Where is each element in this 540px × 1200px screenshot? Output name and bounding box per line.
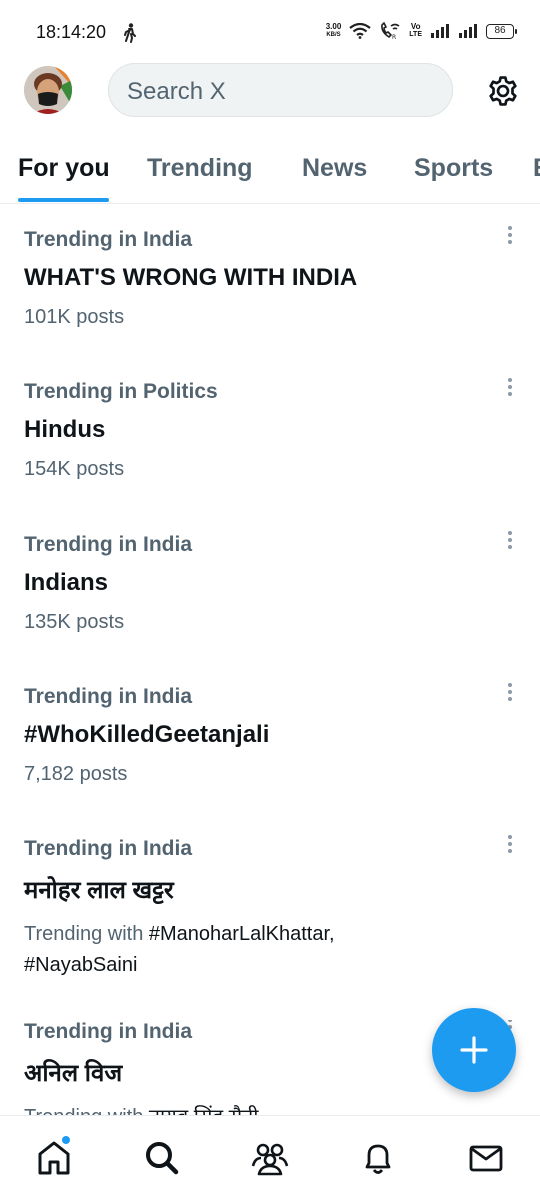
tab-trending[interactable]: Trending	[147, 154, 253, 183]
volte-bottom: LTE	[409, 31, 422, 38]
tab-for-you[interactable]: For you	[18, 154, 110, 183]
svg-text:R: R	[392, 34, 396, 40]
home-icon[interactable]	[34, 1138, 74, 1178]
battery-indicator: 86	[486, 23, 517, 39]
mail-icon[interactable]	[466, 1138, 506, 1178]
trend-title: Hindus	[24, 416, 106, 443]
trend-category: Trending in India	[24, 685, 192, 708]
status-indicators: 3.00 KB/S R Vo LTE 86	[326, 22, 517, 40]
gear-icon[interactable]	[486, 74, 520, 108]
search-input[interactable]: Search X	[108, 63, 453, 117]
network-speed-value: 3.00	[325, 22, 342, 31]
trend-related: Trending with #ManoharLalKhattar, #Nayab…	[24, 919, 424, 981]
tab-news[interactable]: News	[302, 154, 367, 183]
wifi-icon	[349, 23, 371, 39]
active-tab-indicator	[18, 198, 109, 202]
search-placeholder: Search X	[127, 78, 226, 105]
trend-post-count: 7,182 posts	[24, 763, 128, 785]
tab-sports[interactable]: Sports	[414, 154, 493, 183]
trend-post-count: 154K posts	[24, 458, 125, 480]
avatar[interactable]	[24, 66, 72, 114]
trend-post-count: 101K posts	[24, 306, 125, 328]
status-bar: 18:14:20 3.00 KB/S R Vo LTE 86	[0, 0, 540, 60]
wifi-calling-icon: R	[381, 22, 400, 40]
home-notification-dot	[62, 1136, 70, 1144]
volte-indicator: Vo LTE	[409, 23, 422, 39]
avatar-image	[24, 66, 72, 114]
search-icon[interactable]	[142, 1138, 182, 1178]
plus-icon	[460, 1036, 488, 1064]
trend-related: Trending with नायब सिंह सैनी	[24, 1102, 424, 1115]
trend-category: Trending in India	[24, 228, 192, 251]
trend-title: Indians	[24, 569, 109, 596]
more-vertical-icon[interactable]	[502, 224, 518, 246]
trend-related-prefix: Trending with	[24, 923, 144, 945]
trend-category: Trending in India	[24, 533, 192, 556]
signal-icon-sim1	[431, 24, 449, 38]
network-speed-unit: KB/S	[326, 32, 341, 38]
trend-related-prefix: Trending with	[24, 1106, 143, 1115]
compose-button[interactable]	[432, 1008, 516, 1092]
walking-icon	[124, 23, 136, 43]
bottom-nav	[0, 1115, 540, 1200]
trend-post-count: 135K posts	[24, 611, 125, 633]
trend-title: अनिल विज	[24, 1060, 123, 1087]
status-time: 18:14:20	[36, 22, 107, 42]
tab-bar: For you Trending News Sports E	[0, 140, 540, 204]
communities-icon[interactable]	[250, 1138, 290, 1178]
volte-top: Vo	[410, 22, 421, 31]
trend-category: Trending in Politics	[24, 380, 218, 403]
tab-entertainment[interactable]: E	[533, 154, 540, 183]
more-vertical-icon[interactable]	[502, 681, 518, 703]
network-speed: 3.00 KB/S	[326, 23, 342, 39]
more-vertical-icon[interactable]	[502, 529, 518, 551]
trend-related-tags[interactable]: नायब सिंह सैनी	[149, 1106, 259, 1115]
trend-category: Trending in India	[24, 837, 192, 860]
trend-category: Trending in India	[24, 1020, 192, 1043]
more-vertical-icon[interactable]	[502, 833, 518, 855]
trend-title: #WhoKilledGeetanjali	[24, 721, 270, 748]
trend-title: मनोहर लाल खट्टर	[24, 877, 174, 904]
signal-icon-sim2	[459, 24, 477, 38]
more-vertical-icon[interactable]	[502, 376, 518, 398]
trend-title: WHAT'S WRONG WITH INDIA	[24, 264, 358, 291]
bell-icon[interactable]	[358, 1138, 398, 1178]
